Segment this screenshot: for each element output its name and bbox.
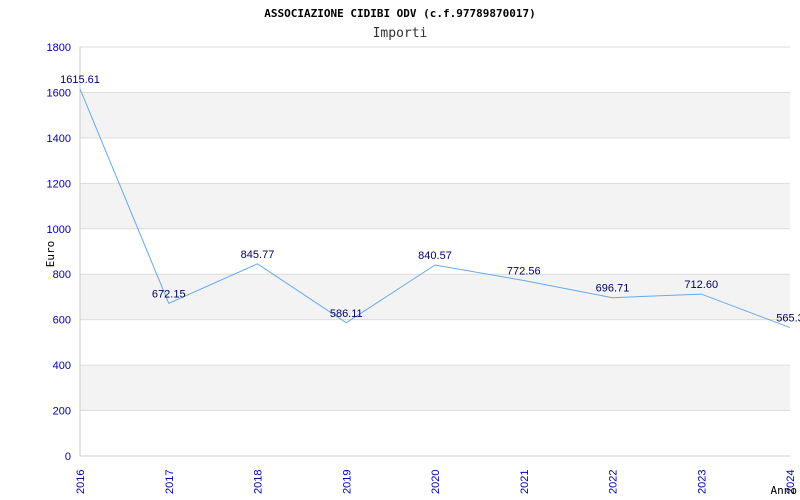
x-tick-label: 2020 — [430, 470, 442, 494]
data-label: 1615.61 — [60, 74, 100, 86]
y-tick-label: 1800 — [47, 42, 71, 54]
y-tick-label: 1400 — [47, 133, 71, 145]
grid-band — [80, 365, 790, 411]
x-tick-label: 2016 — [75, 470, 87, 494]
y-tick-label: 1000 — [47, 224, 71, 236]
x-tick-label: 2018 — [253, 470, 265, 494]
data-label: 586.11 — [330, 308, 363, 320]
data-label: 672.15 — [152, 288, 186, 300]
y-tick-label: 200 — [53, 406, 71, 418]
data-label: 565.3 — [776, 313, 800, 325]
y-axis-label: Euro — [44, 241, 57, 268]
x-tick-label: 2019 — [341, 470, 353, 494]
y-tick-label: 1600 — [47, 87, 71, 99]
x-tick-label: 2017 — [164, 470, 176, 494]
data-label: 840.57 — [418, 250, 452, 262]
data-label: 696.71 — [596, 283, 630, 295]
line-chart: 0 200 400 600 800 1000 1200 1400 1600 1800 2016 20… — [44, 7, 800, 497]
grid-band — [80, 92, 790, 138]
data-label: 845.77 — [241, 249, 275, 261]
chart-title: ASSOCIAZIONE CIDIBI ODV (c.f.97789870017… — [264, 7, 536, 20]
y-tick-label: 800 — [53, 269, 71, 281]
y-tick-label: 1200 — [47, 178, 71, 190]
y-tick-label: 0 — [65, 451, 71, 463]
x-tick-label: 2021 — [519, 470, 531, 494]
x-tick-label: 2023 — [696, 470, 708, 494]
data-label: 712.60 — [684, 279, 718, 291]
chart-subtitle: Importi — [373, 26, 428, 41]
y-tick-label: 600 — [53, 315, 71, 327]
x-axis-label: Anno — [771, 484, 798, 497]
x-tick-label: 2022 — [608, 470, 620, 494]
x-tick-labels: 2016 2017 2018 2019 2020 2021 2022 2023 2024 — [75, 470, 797, 494]
data-label: 772.56 — [507, 265, 541, 277]
y-tick-label: 400 — [53, 360, 71, 372]
grid-band — [80, 183, 790, 229]
